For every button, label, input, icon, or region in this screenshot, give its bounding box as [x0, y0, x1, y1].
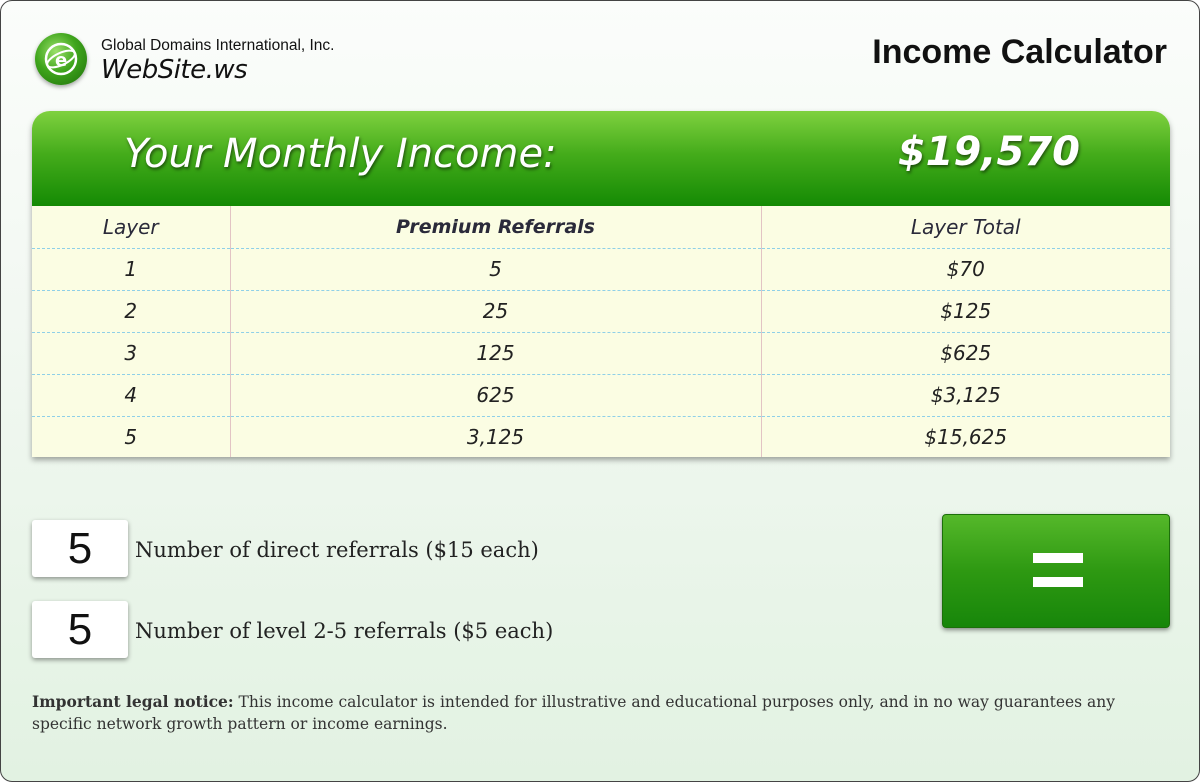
- table-row: 1 5 $70: [32, 248, 1170, 291]
- referrals-cell: 125: [230, 332, 762, 375]
- total-cell: $70: [761, 248, 1170, 291]
- globe-logo-icon: e: [35, 33, 87, 85]
- legal-notice: Important legal notice: This income calc…: [32, 691, 1162, 735]
- table-header-row: Layer Premium Referrals Layer Total: [32, 206, 1170, 249]
- table-row: 5 3,125 $15,625: [32, 416, 1170, 457]
- table-row: 4 625 $3,125: [32, 374, 1170, 417]
- header-layer: Layer: [32, 206, 231, 249]
- income-label: Your Monthly Income:: [124, 131, 557, 177]
- table-row: 2 25 $125: [32, 290, 1170, 333]
- total-cell: $625: [761, 332, 1170, 375]
- table-row: 3 125 $625: [32, 332, 1170, 375]
- calculator-frame: e Global Domains International, Inc. Web…: [0, 0, 1200, 782]
- company-name: Global Domains International, Inc.: [101, 37, 335, 54]
- legal-notice-title: Important legal notice:: [32, 692, 234, 711]
- total-cell: $125: [761, 290, 1170, 333]
- referrals-cell: 25: [230, 290, 762, 333]
- calculate-button[interactable]: [942, 514, 1170, 628]
- referrals-cell: 3,125: [230, 416, 762, 457]
- level-referrals-label: Number of level 2-5 referrals ($5 each): [135, 619, 554, 643]
- svg-text:e: e: [55, 50, 67, 71]
- layer-cell: 4: [32, 374, 231, 417]
- layer-cell: 3: [32, 332, 231, 375]
- direct-referrals-label: Number of direct referrals ($15 each): [135, 538, 539, 562]
- layers-table: Layer Premium Referrals Layer Total 1 5 …: [32, 206, 1170, 457]
- level-referrals-input[interactable]: 5: [32, 601, 128, 658]
- header-layer-total: Layer Total: [761, 206, 1170, 249]
- header-premium-referrals: Premium Referrals: [230, 206, 762, 249]
- layer-cell: 5: [32, 416, 231, 457]
- income-value: $19,570: [897, 129, 1080, 175]
- referrals-cell: 5: [230, 248, 762, 291]
- brand-name: WebSite.ws: [101, 55, 248, 85]
- income-header: Your Monthly Income: $19,570: [32, 111, 1170, 206]
- direct-referrals-input[interactable]: 5: [32, 520, 128, 577]
- layer-cell: 2: [32, 290, 231, 333]
- page-title: Income Calculator: [872, 33, 1167, 71]
- referrals-cell: 625: [230, 374, 762, 417]
- layer-cell: 1: [32, 248, 231, 291]
- income-card: Your Monthly Income: $19,570 Layer Premi…: [32, 111, 1170, 457]
- total-cell: $15,625: [924, 425, 1008, 450]
- total-cell: $3,125: [761, 374, 1170, 417]
